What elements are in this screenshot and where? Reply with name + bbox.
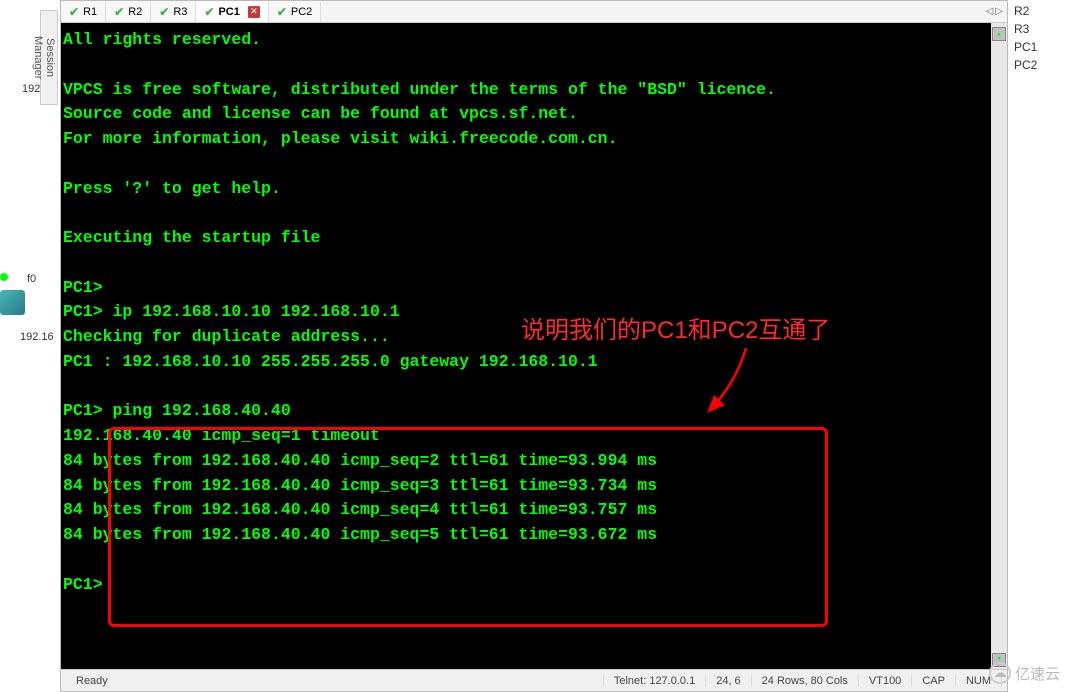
- session-manager-panel[interactable]: Session Manager: [40, 10, 58, 105]
- scroll-up-icon[interactable]: ▴: [992, 27, 1006, 41]
- tab-label: PC1: [218, 6, 239, 18]
- device-icon: [0, 290, 25, 315]
- terminal-output[interactable]: All rights reserved. VPCS is free softwa…: [61, 23, 1007, 669]
- tab-r3[interactable]: ✔ R3: [151, 2, 196, 22]
- status-cursor: 24, 6: [706, 675, 751, 687]
- arrow-icon: [691, 343, 761, 423]
- tab-pc2[interactable]: ✔ PC2: [269, 2, 321, 22]
- tab-r2[interactable]: ✔ R2: [106, 2, 151, 22]
- tab-label: R2: [128, 6, 142, 18]
- check-icon: ✔: [204, 5, 214, 19]
- tab-label: R3: [173, 6, 187, 18]
- status-term: VT100: [859, 675, 912, 687]
- tab-label: PC2: [291, 6, 312, 18]
- device-item[interactable]: R2: [1010, 2, 1066, 20]
- close-icon[interactable]: ✕: [248, 6, 260, 18]
- check-icon: ✔: [277, 5, 287, 19]
- tab-next-icon[interactable]: ▷: [995, 6, 1003, 17]
- status-ready: Ready: [66, 675, 604, 687]
- cloud-icon: ☁: [989, 662, 1011, 684]
- device-item[interactable]: R3: [1010, 20, 1066, 38]
- status-bar: Ready Telnet: 127.0.0.1 24, 6 24 Rows, 8…: [61, 669, 1007, 691]
- tab-label: R1: [83, 6, 97, 18]
- tab-prev-icon[interactable]: ◁: [986, 6, 994, 17]
- status-size: 24 Rows, 80 Cols: [752, 675, 859, 687]
- tab-r1[interactable]: ✔ R1: [61, 2, 106, 22]
- device-list-panel: R2 R3 PC1 PC2: [1008, 0, 1068, 692]
- ip-label: 192.16: [20, 331, 54, 343]
- vertical-scrollbar[interactable]: ▴ ▾: [991, 23, 1007, 669]
- check-icon: ✔: [69, 5, 79, 19]
- check-icon: ✔: [114, 5, 124, 19]
- topology-label: 192: [22, 83, 40, 95]
- interface-label: f0: [27, 273, 36, 285]
- device-item[interactable]: PC1: [1010, 38, 1066, 56]
- tab-pc1[interactable]: ✔ PC1 ✕: [196, 2, 268, 22]
- annotation-text: 说明我们的PC1和PC2互通了: [521, 313, 830, 349]
- device-item[interactable]: PC2: [1010, 56, 1066, 74]
- status-connection: Telnet: 127.0.0.1: [604, 675, 706, 687]
- check-icon: ✔: [159, 5, 169, 19]
- watermark-text: 亿速云: [1015, 663, 1060, 684]
- status-dot: [0, 273, 8, 281]
- tab-bar: ✔ R1 ✔ R2 ✔ R3 ✔ PC1 ✕ ✔ PC2 ◁ ▷: [61, 1, 1007, 23]
- watermark: ☁ 亿速云: [989, 662, 1060, 684]
- status-cap: CAP: [912, 675, 956, 687]
